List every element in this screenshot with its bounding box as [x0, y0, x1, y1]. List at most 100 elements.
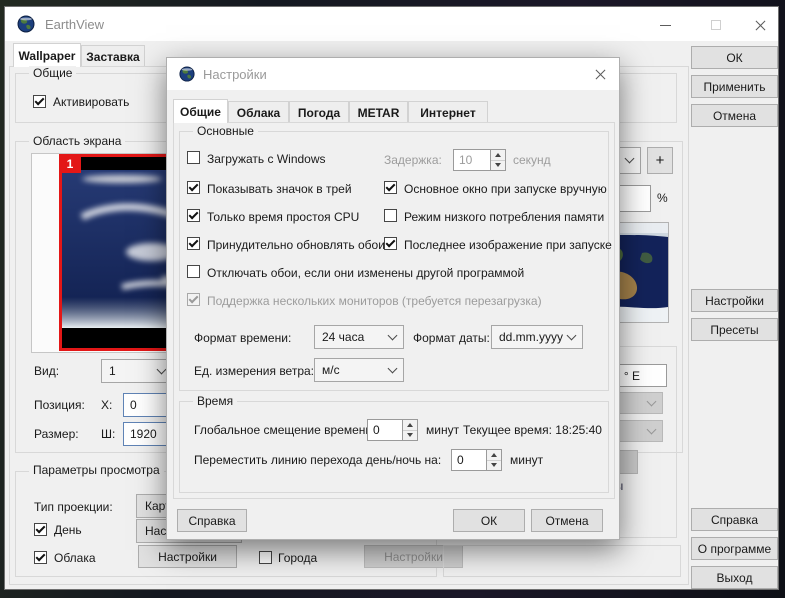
low-memory-checkbox[interactable] [384, 209, 397, 222]
dialog-globe-icon [179, 66, 195, 82]
window-title: EarthView [45, 17, 105, 32]
delay-spinner: 10 [453, 149, 506, 171]
tab-zastavka[interactable]: Заставка [81, 45, 145, 67]
disable-wallpaper-checkbox[interactable] [187, 265, 200, 278]
chevron-down-icon [387, 363, 398, 373]
current-time-label: Текущее время: 18:25:40 [463, 423, 602, 437]
view-params-group-title: Параметры просмотра [29, 463, 164, 477]
low-memory-label[interactable]: Режим низкого потребления памяти [404, 210, 604, 224]
force-update-checkbox[interactable] [187, 237, 200, 250]
chevron-down-icon [387, 330, 398, 340]
day-night-unit: минут [510, 453, 544, 467]
activate-label[interactable]: Активировать [53, 95, 129, 109]
main-titlebar[interactable]: EarthView [5, 7, 778, 41]
force-update-label[interactable]: Принудительно обновлять обои [207, 238, 385, 252]
monitor-number-badge: 1 [59, 154, 81, 173]
chevron-down-icon [646, 424, 657, 434]
desktop-background: EarthView Wallpaper Заставка Общие Актив… [0, 0, 785, 598]
cpu-idle-checkbox[interactable] [187, 209, 200, 222]
dialog-ok-button[interactable]: ОК [453, 509, 525, 532]
general-group-title: Общие [29, 66, 77, 80]
main-ok-button[interactable]: ОК [691, 46, 778, 69]
exit-button[interactable]: Выход [691, 566, 778, 589]
spinner-up-icon [491, 150, 505, 160]
dialog-time-group [179, 401, 609, 493]
cities-label[interactable]: Города [278, 551, 317, 565]
spinner-up-icon [403, 420, 417, 430]
main-help-button[interactable]: Справка [691, 508, 778, 531]
day-night-label: Переместить линию перехода день/ночь на: [194, 453, 442, 467]
minimize-icon[interactable] [650, 13, 680, 37]
main-window-manual-checkbox[interactable] [384, 181, 397, 194]
app-globe-icon [17, 15, 35, 33]
chevron-down-icon [566, 330, 577, 340]
main-apply-button[interactable]: Применить [691, 75, 778, 98]
view-dropdown[interactable]: 1 [101, 359, 173, 383]
spinner-down-icon [491, 159, 505, 171]
size-w-label: Ш: [101, 427, 116, 441]
tray-icon-label[interactable]: Показывать значок в трей [207, 182, 352, 196]
clouds-label[interactable]: Облака [54, 551, 96, 565]
start-with-windows-checkbox[interactable] [187, 151, 200, 164]
chevron-down-icon [646, 396, 657, 406]
time-group-title: Время [193, 394, 238, 408]
maximize-icon[interactable] [701, 13, 731, 37]
dialog-tab-clouds[interactable]: Облака [228, 101, 289, 123]
dialog-titlebar[interactable]: Настройки [167, 58, 619, 90]
main-settings-button[interactable]: Настройки [691, 289, 778, 312]
tray-icon-checkbox[interactable] [187, 181, 200, 194]
last-image-checkbox[interactable] [384, 237, 397, 250]
chevron-down-icon [624, 153, 635, 164]
disable-wallpaper-label[interactable]: Отключать обои, если они изменены другой… [207, 266, 524, 280]
add-view-button[interactable]: + [647, 147, 673, 174]
time-format-dropdown[interactable]: 24 часа [314, 325, 404, 349]
clouds-settings-button[interactable]: Настройки [138, 545, 237, 568]
percent-label: % [657, 191, 668, 205]
last-image-label[interactable]: Последнее изображение при запуске [404, 238, 612, 252]
start-with-windows-label[interactable]: Загружать с Windows [207, 152, 326, 166]
dialog-close-icon[interactable] [587, 63, 613, 85]
date-format-label: Формат даты: [413, 331, 490, 345]
main-cancel-button[interactable]: Отмена [691, 104, 778, 127]
delay-label: Задержка: [384, 153, 442, 167]
projection-label: Тип проекции: [34, 500, 113, 514]
multi-monitor-checkbox [187, 293, 200, 306]
cities-checkbox[interactable] [259, 551, 272, 564]
presets-button[interactable]: Пресеты [691, 318, 778, 341]
dialog-cancel-button[interactable]: Отмена [531, 509, 603, 532]
spinner-down-icon [487, 459, 501, 471]
cpu-idle-label[interactable]: Только время простоя CPU [207, 210, 359, 224]
dialog-tab-general[interactable]: Общие [173, 99, 228, 123]
view-label: Вид: [34, 364, 60, 378]
activate-checkbox[interactable] [33, 95, 46, 108]
wind-unit-label: Ед. измерения ветра: [194, 364, 315, 378]
settings-dialog: Настройки Общие Облака Погода METAR Инте… [166, 57, 620, 540]
dialog-title: Настройки [203, 67, 267, 82]
tab-wallpaper[interactable]: Wallpaper [13, 43, 81, 67]
spinner-down-icon [403, 429, 417, 441]
clouds-checkbox[interactable] [34, 551, 47, 564]
position-x-label: X: [101, 398, 113, 412]
day-label[interactable]: День [54, 523, 82, 537]
multi-monitor-label: Поддержка нескольких мониторов (требуетс… [207, 294, 542, 308]
close-icon[interactable] [745, 13, 775, 37]
size-label: Размер: [34, 427, 79, 441]
day-night-spinner[interactable]: 0 [451, 449, 502, 471]
bottom-right-group [443, 545, 681, 577]
delay-unit-label: секунд [513, 153, 551, 167]
dialog-general-group [179, 131, 609, 391]
date-format-dropdown[interactable]: dd.mm.yyyy [491, 325, 583, 349]
dialog-general-group-title: Основные [193, 124, 258, 138]
position-label: Позиция: [34, 398, 85, 412]
main-window-manual-label[interactable]: Основное окно при запуске вручную [404, 182, 607, 196]
global-offset-unit: минут [426, 423, 460, 437]
global-offset-spinner[interactable]: 0 [367, 419, 418, 441]
wind-unit-dropdown[interactable]: м/с [314, 358, 404, 382]
dialog-tab-weather[interactable]: Погода [289, 101, 349, 123]
day-checkbox[interactable] [34, 523, 47, 536]
dialog-help-button[interactable]: Справка [177, 509, 247, 532]
dialog-tab-metar[interactable]: METAR [349, 101, 408, 123]
about-button[interactable]: О программе [691, 537, 778, 560]
dialog-tab-internet[interactable]: Интернет [408, 101, 488, 123]
global-offset-label: Глобальное смещение времени: [194, 423, 376, 437]
